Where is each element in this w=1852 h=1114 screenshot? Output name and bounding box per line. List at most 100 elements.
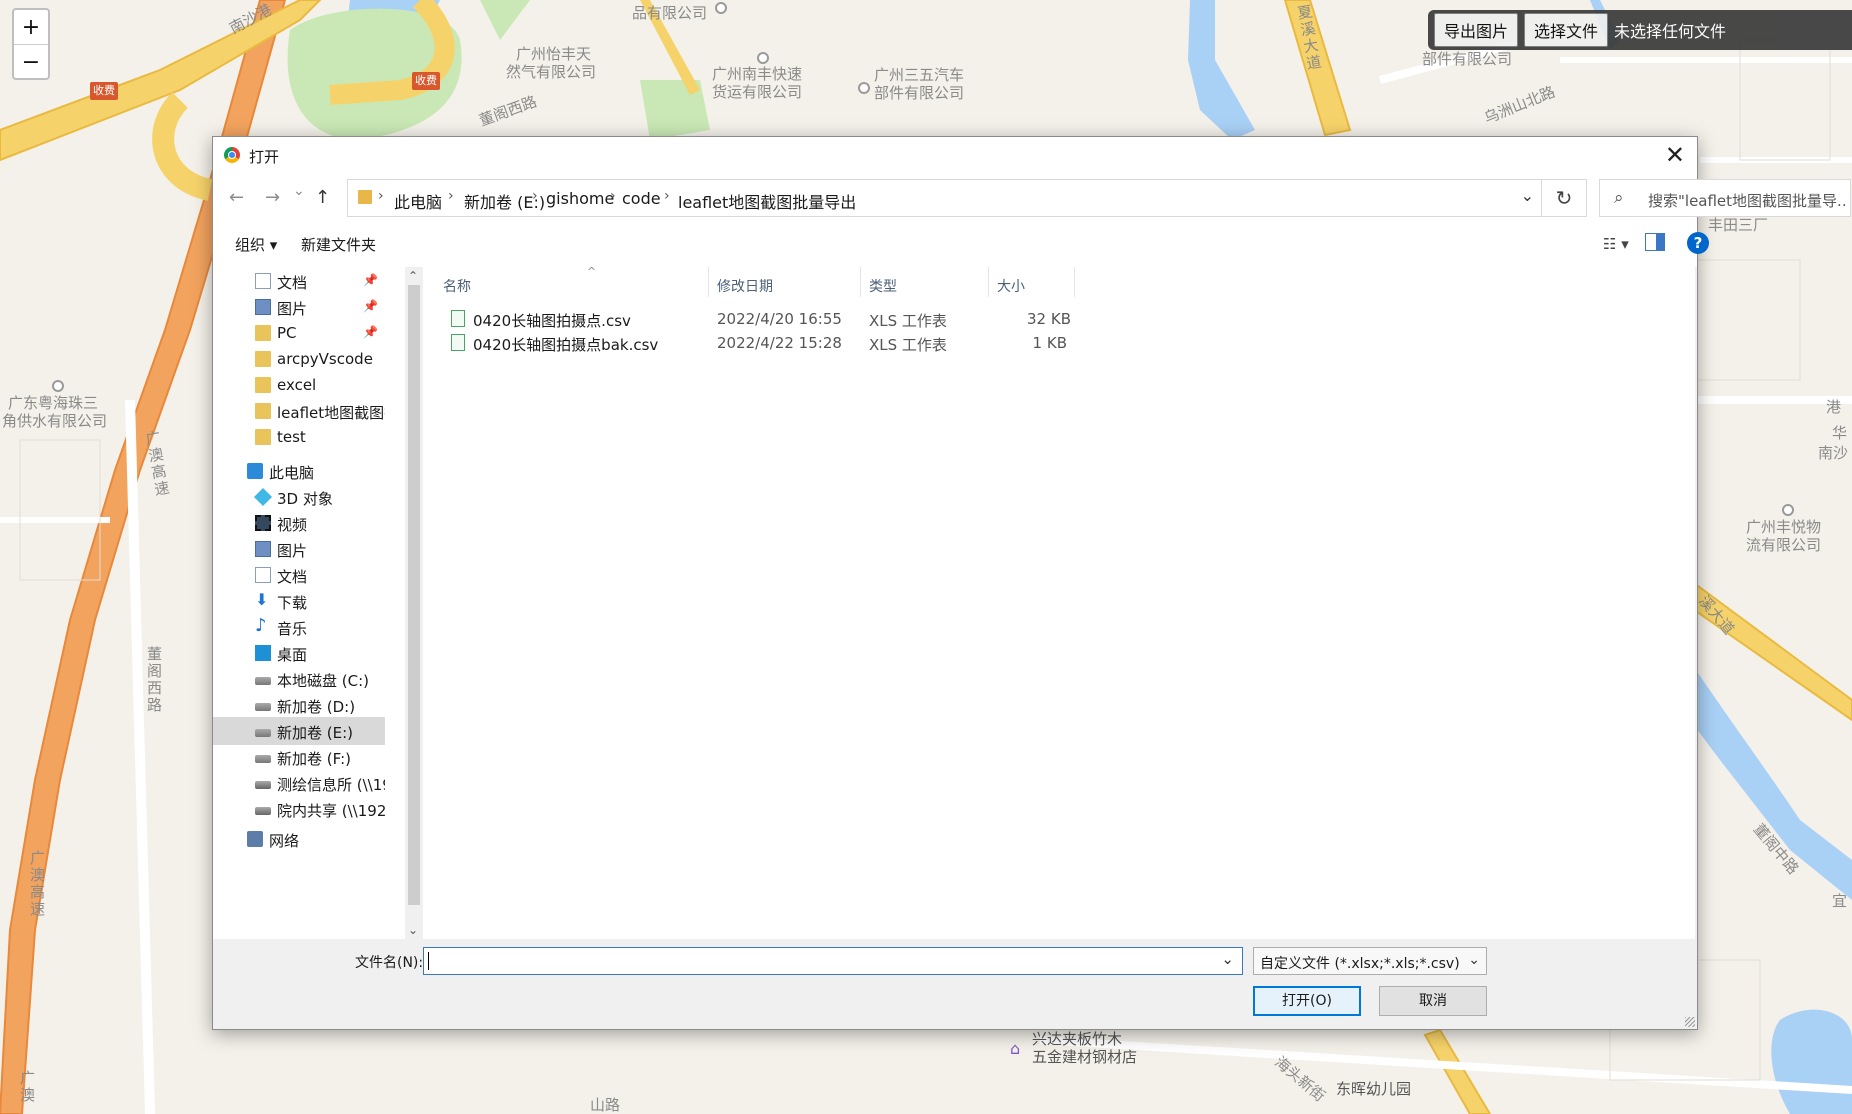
sidebar-item-drive-c[interactable]: 本地磁盘 (C:): [213, 665, 385, 693]
picture-icon: [255, 541, 271, 557]
sidebar-item-pictures-pc[interactable]: 图片: [213, 535, 385, 563]
breadcrumb-item[interactable]: 此电脑: [394, 189, 442, 213]
zoom-out-button[interactable]: −: [14, 44, 48, 79]
chevron-down-icon[interactable]: ⌄: [1521, 186, 1534, 205]
chevron-down-icon[interactable]: ⌄: [408, 923, 418, 937]
sort-ascending-icon: ^: [587, 265, 597, 278]
sidebar-item-desktop[interactable]: 桌面: [213, 639, 385, 667]
breadcrumb-separator[interactable]: ›: [610, 188, 616, 204]
folder-icon: [358, 190, 372, 204]
map-label: 港: [1826, 398, 1842, 416]
shop-icon: ⌂: [1010, 1039, 1021, 1058]
file-open-dialog: 打开 ✕ ← → ⌄ ↑ › 此电脑 › 新加卷 (E:) › gishome …: [212, 136, 1851, 1030]
column-header-modified[interactable]: 修改日期: [709, 267, 861, 297]
zoom-in-button[interactable]: +: [14, 10, 48, 44]
close-icon[interactable]: ✕: [1665, 141, 1685, 169]
view-options-icon[interactable]: ☷ ▾: [1603, 235, 1629, 253]
map-label: 广澳: [18, 1070, 36, 1104]
sidebar-item-downloads[interactable]: ⬇ 下载: [213, 587, 385, 615]
pin-icon: 📌: [363, 325, 378, 339]
sidebar-item-excel[interactable]: excel: [213, 371, 385, 399]
poi-marker: [715, 2, 727, 14]
back-arrow-icon[interactable]: ←: [229, 187, 244, 208]
choose-file-button[interactable]: 选择文件: [1524, 13, 1609, 47]
column-header-size[interactable]: 大小: [989, 267, 1075, 297]
export-image-button[interactable]: 导出图片: [1434, 13, 1519, 47]
new-folder-button[interactable]: 新建文件夹: [301, 234, 376, 255]
chevron-down-icon[interactable]: ⌄: [1221, 950, 1234, 968]
sidebar-item-documents-pc[interactable]: 文档: [213, 561, 385, 589]
chevron-up-icon[interactable]: ⌃: [408, 269, 418, 283]
map-label: 广州南丰快速: [712, 65, 803, 83]
sidebar-item-test[interactable]: test: [213, 423, 385, 451]
search-placeholder: 搜索"leaflet地图截图批量导...: [1648, 192, 1846, 210]
search-box[interactable]: ⌕ 搜索"leaflet地图截图批量导...: [1599, 179, 1851, 217]
map-label: 广州怡丰天: [516, 45, 592, 63]
map-label: 山路: [590, 1096, 621, 1114]
map-label: 丰田三厂: [1708, 216, 1769, 234]
download-icon: ⬇: [255, 590, 269, 609]
drive-icon: [255, 677, 271, 685]
refresh-icon[interactable]: ↻: [1541, 180, 1586, 216]
resize-grip[interactable]: [1685, 1017, 1695, 1027]
address-bar[interactable]: › 此电脑 › 新加卷 (E:) › gishome › code › leaf…: [347, 179, 1587, 217]
forward-arrow-icon[interactable]: →: [265, 187, 280, 208]
sidebar-item-this-pc[interactable]: 此电脑: [213, 457, 385, 485]
breadcrumb-item[interactable]: code: [622, 189, 661, 208]
sidebar-item-videos[interactable]: 视频: [213, 509, 385, 537]
poi-marker: [757, 52, 769, 64]
file-row[interactable]: 0420长轴图拍摄点.csv 2022/4/20 16:55 XLS 工作表 3…: [437, 307, 1217, 331]
cube-icon: [253, 487, 273, 507]
video-icon: [255, 515, 271, 531]
sidebar-item-network[interactable]: 网络: [213, 825, 385, 853]
sidebar-item-drive-e[interactable]: 新加卷 (E:): [213, 717, 385, 745]
sidebar-item-pc-folder[interactable]: PC 📌: [213, 319, 385, 347]
file-row[interactable]: 0420长轴图拍摄点bak.csv 2022/4/22 15:28 XLS 工作…: [437, 331, 1217, 355]
up-arrow-icon[interactable]: ↑: [315, 187, 330, 208]
breadcrumb-separator[interactable]: ›: [532, 188, 538, 204]
sidebar-item-drive-f[interactable]: 新加卷 (F:): [213, 743, 385, 771]
file-name: 0420长轴图拍摄点bak.csv: [473, 336, 659, 354]
folder-icon: [255, 325, 271, 341]
column-header-name[interactable]: 名称 ^: [435, 265, 709, 297]
file-size: 32 KB: [1027, 310, 1071, 328]
breadcrumb-separator[interactable]: ›: [378, 188, 384, 204]
map-label: 广澳高速: [28, 850, 46, 918]
sidebar-item-leaflet[interactable]: leaflet地图截图批量导出: [213, 397, 385, 425]
dialog-title: 打开: [249, 148, 280, 166]
sidebar-item-arcpyvscode[interactable]: arcpyVscode: [213, 345, 385, 373]
map-label: 南沙: [1818, 444, 1849, 462]
document-icon: [255, 567, 271, 583]
filetype-select[interactable]: 自定义文件 (*.xlsx;*.xls;*.csv) ⌄: [1253, 947, 1487, 975]
sidebar-item-3d-objects[interactable]: 3D 对象: [213, 483, 385, 511]
sidebar-scrollbar[interactable]: ⌃ ⌄: [405, 267, 423, 939]
file-status-text: 未选择任何文件: [1614, 22, 1727, 41]
scroll-thumb[interactable]: [408, 285, 420, 905]
sidebar-item-network-drive-1[interactable]: 测绘信息所 (\\192: [213, 769, 385, 797]
map-label: 五金建材钢材店: [1032, 1048, 1138, 1066]
preview-pane-icon[interactable]: [1645, 233, 1665, 251]
pin-icon: 📌: [363, 299, 378, 313]
csv-file-icon: [451, 334, 465, 351]
organize-button[interactable]: 组织 ▾: [235, 234, 277, 255]
column-header-type[interactable]: 类型: [861, 267, 989, 297]
sidebar-item-pictures[interactable]: 图片 📌: [213, 293, 385, 321]
sidebar-item-network-drive-2[interactable]: 院内共享 (\\192: [213, 795, 385, 823]
breadcrumb-item[interactable]: gishome: [546, 189, 614, 208]
open-button[interactable]: 打开(O): [1253, 986, 1361, 1016]
recent-locations-icon[interactable]: ⌄: [293, 183, 305, 199]
help-icon[interactable]: ?: [1687, 232, 1709, 254]
sidebar-item-drive-d[interactable]: 新加卷 (D:): [213, 691, 385, 719]
breadcrumb-item[interactable]: leaflet地图截图批量导出: [678, 189, 856, 213]
cancel-button[interactable]: 取消: [1379, 986, 1487, 1016]
network-drive-icon: [255, 781, 271, 789]
breadcrumb-separator[interactable]: ›: [664, 188, 670, 204]
map-label: 董阁西路: [145, 646, 163, 714]
dialog-titlebar[interactable]: 打开 ✕: [213, 137, 1697, 173]
filename-input[interactable]: ⌄: [423, 947, 1243, 975]
breadcrumb-separator[interactable]: ›: [448, 188, 454, 204]
dialog-footer: 文件名(N): ⌄ 自定义文件 (*.xlsx;*.xls;*.csv) ⌄ 打…: [213, 939, 1697, 1029]
sidebar-item-music[interactable]: ♪ 音乐: [213, 613, 385, 641]
sidebar-item-documents[interactable]: 文档 📌: [213, 267, 385, 295]
map-label: 广州丰悦物: [1746, 518, 1822, 536]
